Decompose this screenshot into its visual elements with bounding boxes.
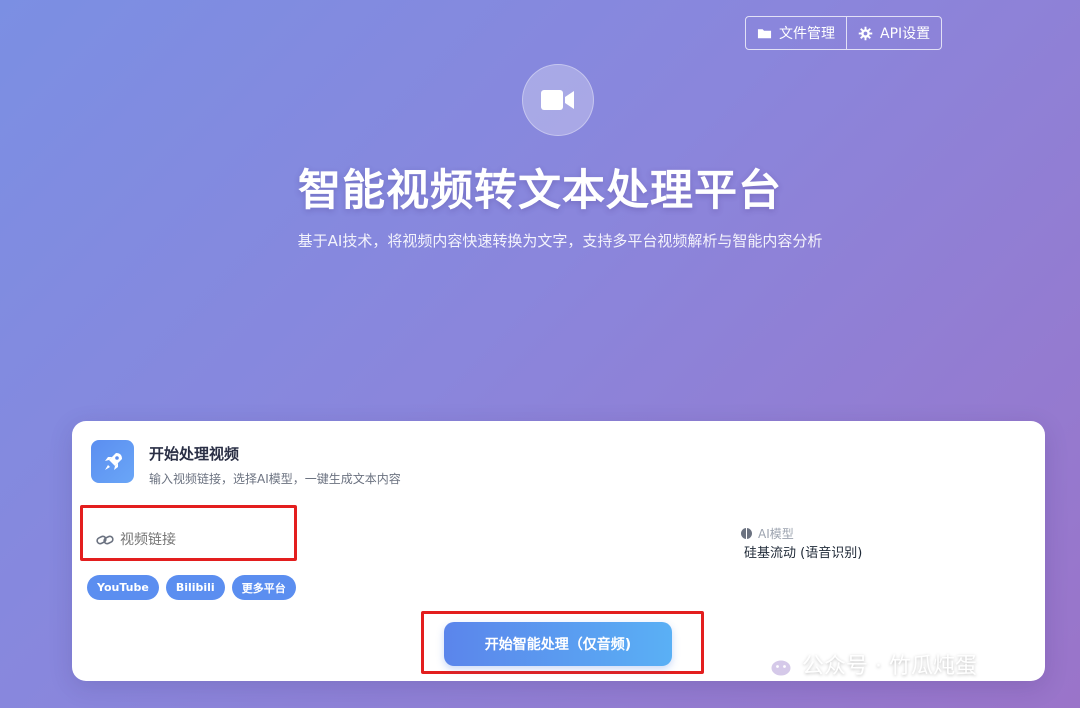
- process-video-card: 开始处理视频 输入视频链接，选择AI模型，一键生成文本内容 YouTube Bi…: [72, 421, 1045, 681]
- gear-icon: [858, 26, 873, 40]
- file-manager-label: 文件管理: [779, 26, 835, 42]
- video-camera-icon: [541, 90, 574, 110]
- platform-chips: YouTube Bilibili 更多平台: [87, 575, 296, 600]
- video-url-field[interactable]: [96, 532, 280, 548]
- rocket-badge: [91, 440, 134, 483]
- watermark: 公众号 · 竹瓜炖蛋: [754, 648, 977, 680]
- video-url-input[interactable]: [120, 532, 280, 548]
- folder-icon: [757, 28, 772, 38]
- watermark-text: 公众号 · 竹瓜炖蛋: [802, 654, 977, 679]
- card-header: 开始处理视频 输入视频链接，选择AI模型，一键生成文本内容: [91, 440, 401, 487]
- page-subtitle: 基于AI技术，将视频内容快速转换为文字，支持多平台视频解析与智能内容分析: [297, 232, 823, 250]
- card-description: 输入视频链接，选择AI模型，一键生成文本内容: [149, 472, 401, 486]
- rocket-icon: [104, 452, 122, 470]
- card-title: 开始处理视频: [149, 445, 240, 463]
- page-title: 智能视频转文本处理平台: [298, 166, 782, 216]
- chip-more-platforms[interactable]: 更多平台: [231, 575, 296, 600]
- chip-bilibili[interactable]: Bilibili: [165, 575, 225, 600]
- ai-model-select[interactable]: 硅基流动 (语音识别): [744, 542, 862, 561]
- link-icon: [96, 535, 114, 545]
- api-settings-button[interactable]: API设置: [846, 17, 941, 49]
- ai-model-label-text: AI模型: [758, 527, 794, 541]
- chip-youtube[interactable]: YouTube: [87, 575, 159, 600]
- ai-model-label: AI模型: [740, 525, 794, 542]
- top-toolbar: 文件管理 API设置: [745, 16, 943, 50]
- file-manager-button[interactable]: 文件管理: [746, 17, 846, 49]
- api-settings-label: API设置: [880, 26, 931, 42]
- start-processing-button[interactable]: 开始智能处理（仅音频): [444, 622, 672, 666]
- hero-logo: [522, 64, 594, 136]
- wechat-icon: [755, 650, 793, 678]
- card-header-text: 开始处理视频 输入视频链接，选择AI模型，一键生成文本内容: [149, 440, 401, 487]
- brain-icon: [741, 528, 752, 539]
